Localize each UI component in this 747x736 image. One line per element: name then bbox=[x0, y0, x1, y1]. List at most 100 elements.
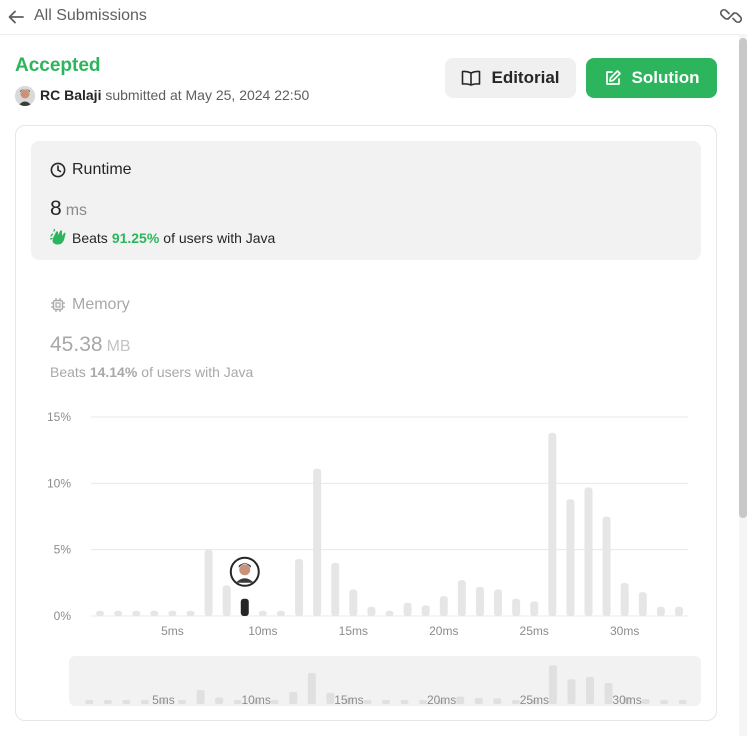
bar bbox=[204, 549, 213, 616]
minimap-bar bbox=[382, 700, 390, 704]
bar bbox=[258, 610, 267, 616]
runtime-number: 8 bbox=[50, 197, 62, 220]
user-avatar-icon bbox=[15, 86, 35, 106]
memory-number: 45.38 bbox=[50, 333, 103, 356]
runtime-beats: Beats 91.25% of users with Java bbox=[50, 229, 275, 246]
bar bbox=[475, 586, 484, 616]
minimap-bar bbox=[270, 700, 279, 704]
bar bbox=[186, 610, 195, 616]
bar bbox=[439, 596, 448, 616]
bar-highlight bbox=[240, 598, 249, 616]
minimap-bar bbox=[400, 700, 409, 704]
minimap-bar bbox=[641, 698, 650, 704]
editorial-button[interactable]: Editorial bbox=[445, 58, 576, 98]
chart-svg: 0% 5% 10% 15% 5ms 10ms 15ms 20ms 25ms 30ms bbox=[47, 410, 688, 638]
bar bbox=[349, 589, 358, 616]
minimap-bar bbox=[604, 683, 613, 704]
bar bbox=[403, 602, 412, 616]
runtime-beats-percent: 91.25% bbox=[111, 229, 160, 246]
runtime-beats-prefix: Beats bbox=[72, 229, 108, 246]
minimap-bar bbox=[678, 700, 687, 704]
minimap-bar bbox=[548, 665, 557, 704]
back-arrow-icon[interactable] bbox=[6, 7, 26, 27]
memory-beats-percent: 14.14% bbox=[89, 364, 138, 380]
bar bbox=[620, 582, 629, 616]
minimap-bar bbox=[456, 696, 465, 704]
bar bbox=[512, 598, 521, 616]
bar bbox=[114, 610, 123, 616]
minimap-bar bbox=[474, 697, 483, 704]
bar bbox=[150, 610, 159, 616]
minimap-bar bbox=[85, 700, 94, 704]
chip-icon bbox=[51, 298, 65, 312]
memory-title-label: Memory bbox=[72, 296, 130, 313]
minimap-bar bbox=[586, 676, 594, 704]
minimap-bar bbox=[493, 698, 502, 704]
x-tick-label: 25ms bbox=[520, 624, 549, 638]
chart-range-slider[interactable]: 5ms 10ms 15ms 20ms 25ms 30ms bbox=[69, 656, 701, 706]
minimap-bar bbox=[178, 700, 186, 704]
y-tick-label: 0% bbox=[54, 609, 72, 623]
minimap-bar bbox=[196, 690, 205, 704]
minimap-bar bbox=[140, 700, 149, 704]
edit-icon bbox=[605, 70, 621, 85]
memory-value: 45.38 MB bbox=[50, 333, 131, 357]
minimap-bar bbox=[660, 700, 669, 704]
bar bbox=[530, 601, 539, 616]
y-tick-label: 10% bbox=[47, 476, 71, 490]
all-submissions-link[interactable]: All Submissions bbox=[34, 7, 147, 25]
bar bbox=[494, 589, 503, 616]
runtime-panel[interactable]: Runtime 8 ms Beats 91.25% of users with J… bbox=[31, 141, 701, 260]
minimap-bar bbox=[233, 700, 242, 704]
bar bbox=[457, 580, 466, 616]
minimap-bar bbox=[215, 697, 224, 704]
user-name[interactable]: RC Balaji bbox=[40, 87, 101, 103]
bar bbox=[385, 610, 394, 616]
scrollbar-thumb[interactable] bbox=[739, 38, 747, 518]
minimap-tick-label: 20ms bbox=[427, 693, 456, 706]
submitter-info: RC Balaji submitted at May 25, 2024 22:5… bbox=[40, 87, 309, 103]
avatar[interactable] bbox=[15, 86, 35, 106]
solution-button[interactable]: Solution bbox=[586, 58, 717, 98]
minimap-bar bbox=[122, 700, 131, 704]
x-tick-label: 20ms bbox=[429, 624, 458, 638]
bar bbox=[96, 610, 105, 616]
x-tick-label: 15ms bbox=[339, 624, 368, 638]
book-icon bbox=[462, 70, 481, 86]
runtime-unit: ms bbox=[65, 202, 88, 219]
memory-unit: MB bbox=[106, 338, 131, 355]
minimap-bar bbox=[289, 691, 298, 704]
bar bbox=[313, 468, 322, 616]
minimap-bar bbox=[103, 700, 112, 704]
memory-beats: Beats 14.14% of users with Java bbox=[50, 364, 253, 380]
y-tick-label: 5% bbox=[54, 543, 72, 557]
minimap-bar bbox=[567, 679, 576, 704]
x-tick-label: 30ms bbox=[610, 624, 639, 638]
bar bbox=[132, 610, 141, 616]
solution-label: Solution bbox=[631, 68, 700, 87]
clap-hands-icon bbox=[50, 229, 66, 245]
clock-icon bbox=[50, 162, 66, 178]
runtime-distribution-chart: 0% 5% 10% 15% 5ms 10ms 15ms 20ms 25ms 30ms bbox=[30, 400, 700, 650]
minimap-bar bbox=[363, 700, 372, 704]
link-icon[interactable] bbox=[720, 6, 742, 26]
memory-title: Memory bbox=[50, 296, 130, 314]
bar bbox=[367, 606, 376, 616]
bar bbox=[548, 432, 557, 616]
runtime-title-label: Runtime bbox=[72, 161, 132, 178]
runtime-value: 8 ms bbox=[50, 197, 87, 221]
minimap-tick-label: 10ms bbox=[242, 693, 271, 706]
minimap-bar bbox=[326, 692, 335, 704]
runtime-title: Runtime bbox=[50, 161, 132, 179]
bar bbox=[222, 585, 231, 616]
memory-beats-suffix: of users with Java bbox=[141, 364, 254, 380]
editorial-label: Editorial bbox=[491, 68, 560, 87]
bar bbox=[638, 592, 647, 616]
runtime-beats-suffix: of users with Java bbox=[163, 229, 276, 246]
minimap-bar bbox=[419, 700, 428, 704]
y-tick-label: 15% bbox=[47, 410, 71, 424]
minimap-tick-label: 15ms bbox=[334, 693, 363, 706]
x-tick-label: 5ms bbox=[161, 624, 184, 638]
bar bbox=[421, 605, 430, 616]
minimap-tick-label: 5ms bbox=[152, 693, 175, 706]
